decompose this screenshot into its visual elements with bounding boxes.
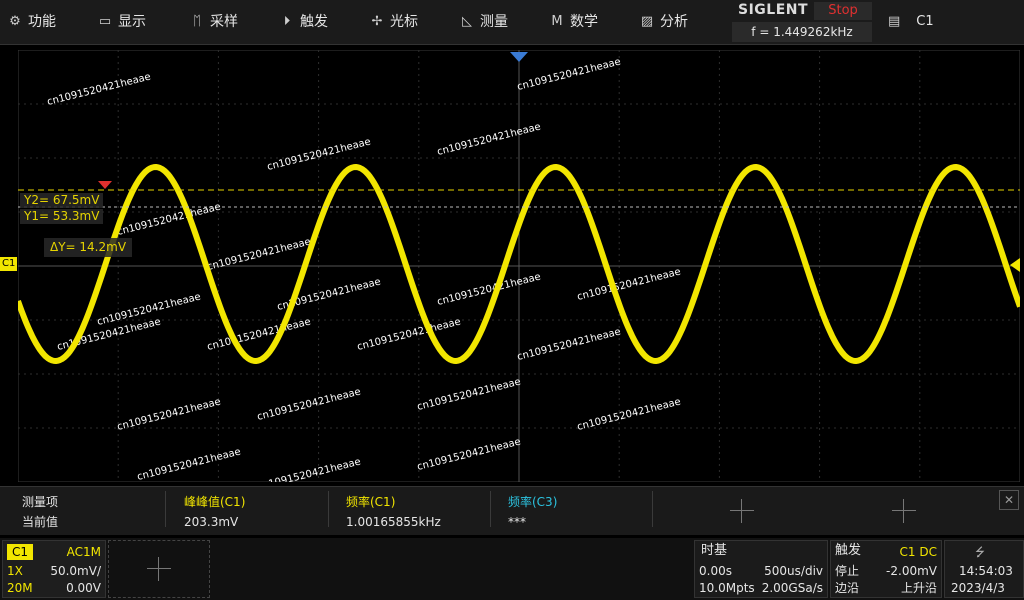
menu-analysis[interactable]: ▨ 分析	[640, 0, 688, 44]
timebase-sample-rate: 2.00GSa/s	[761, 581, 823, 595]
status-bar: C1 AC1M 1X 50.0mV/ 20M 0.00V 时基 0.00s 50…	[0, 538, 1024, 600]
menu-acquire[interactable]: ᛖ 采样	[190, 0, 238, 44]
frequency-counter: f = 1.449262kHz	[732, 22, 872, 42]
add-channel-icon[interactable]	[147, 557, 171, 581]
ch1-settings[interactable]: C1 AC1M 1X 50.0mV/ 20M 0.00V	[2, 540, 106, 598]
measure-item-header: 测量项	[22, 495, 59, 509]
usb-icon: ⭍	[975, 545, 985, 559]
ch1-offset: 0.00V	[66, 581, 101, 595]
ch1-probe: 1X	[7, 564, 23, 578]
trigger-slope: 上升沿	[900, 581, 937, 595]
trigger-level: -2.00mV	[886, 564, 937, 578]
timebase-panel[interactable]: 时基 0.00s 500us/div 10.0Mpts 2.00GSa/s	[694, 540, 828, 598]
clock-date: 2023/4/3	[951, 581, 1005, 595]
measure-freq-c1-name[interactable]: 频率(C1)	[346, 493, 395, 511]
analysis-icon: ▨	[640, 14, 654, 29]
measure-icon: ◺	[462, 14, 472, 29]
brand-status: SIGLENT Stop f = 1.449262kHz	[732, 0, 872, 44]
cursor-y1-readout: Y1= 53.3mV	[20, 209, 104, 224]
measure-current-header: 当前值	[22, 515, 59, 529]
measure-pkpk-name[interactable]: 峰峰值(C1)	[184, 493, 245, 511]
trigger-icon: ⏵	[283, 14, 291, 29]
document-icon: ▤	[888, 14, 901, 29]
menu-bar: ⚙ 功能 ▭ 显示 ᛖ 采样 ⏵ 触发 ✢ 光标 ◺ 测量 M 数学 ▨ 分析 SIGLENT …	[0, 0, 1024, 45]
trigger-title: 触发	[835, 543, 862, 558]
clock-panel: ⭍ 14:54:03 2023/4/3	[944, 540, 1024, 598]
cursor-y2-readout: Y2= 67.5mV	[20, 193, 104, 208]
clock-time: 14:54:03	[959, 564, 1013, 578]
gear-icon: ⚙	[9, 14, 21, 29]
menu-cursor[interactable]: ✢ 光标	[370, 0, 418, 44]
add-measure-icon[interactable]	[730, 499, 754, 523]
measure-freq-c3-name[interactable]: 频率(C3)	[508, 493, 557, 511]
menu-function[interactable]: ⚙ 功能	[8, 0, 56, 44]
sampling-icon: ᛖ	[193, 14, 201, 29]
ch1-bandwidth: 20M	[7, 581, 33, 595]
active-channel[interactable]: ▤ C1	[888, 0, 934, 44]
run-stop-status[interactable]: Stop	[814, 2, 872, 20]
timebase-title: 时基	[701, 543, 728, 558]
waveform-screen[interactable]: cn1091520421heaae cn1091520421heaae cn1091…	[18, 50, 1020, 482]
trigger-source: C1 DC	[899, 545, 937, 559]
trigger-panel[interactable]: 触发 C1 DC 停止 -2.00mV 边沿 上升沿	[830, 540, 942, 598]
menu-measure[interactable]: ◺ 测量	[460, 0, 508, 44]
menu-trigger[interactable]: ⏵ 触发	[280, 0, 328, 44]
trigger-mode: 停止	[835, 564, 860, 578]
trigger-type: 边沿	[835, 581, 860, 595]
cursor-delta-readout: ΔY= 14.2mV	[44, 238, 133, 257]
close-icon[interactable]: ✕	[999, 490, 1019, 510]
waveform-grid: cn1091520421heaae cn1091520421heaaecn1091…	[18, 50, 1020, 482]
timebase-scale: 500us/div	[764, 564, 823, 578]
measurement-bar: 测量项 当前值 峰峰值(C1) 203.3mV 频率(C1) 1.0016585…	[0, 486, 1024, 535]
ch1-scale: 50.0mV/	[50, 564, 101, 578]
ch1-offset-marker[interactable]: C1	[0, 257, 18, 271]
menu-display[interactable]: ▭ 显示	[98, 0, 146, 44]
measure-pkpk-value: 203.3mV	[184, 515, 239, 529]
measure-freq-c3-value: ***	[508, 515, 526, 529]
ch1-name: C1	[7, 544, 34, 560]
trigger-level-arrow[interactable]	[1010, 258, 1020, 272]
cursor-icon: ✢	[371, 14, 383, 29]
add-channel-slot[interactable]	[108, 540, 210, 598]
add-measure-icon-2[interactable]	[892, 499, 916, 523]
timebase-memory: 10.0Mpts	[699, 581, 755, 595]
brand-logo: SIGLENT	[738, 2, 809, 18]
math-icon: M	[551, 14, 563, 29]
menu-math[interactable]: M 数学	[550, 0, 598, 44]
timebase-delay: 0.00s	[699, 564, 732, 578]
measure-freq-c1-value: 1.00165855kHz	[346, 515, 441, 529]
ch1-coupling: AC1M	[66, 545, 101, 559]
monitor-icon: ▭	[98, 14, 112, 29]
